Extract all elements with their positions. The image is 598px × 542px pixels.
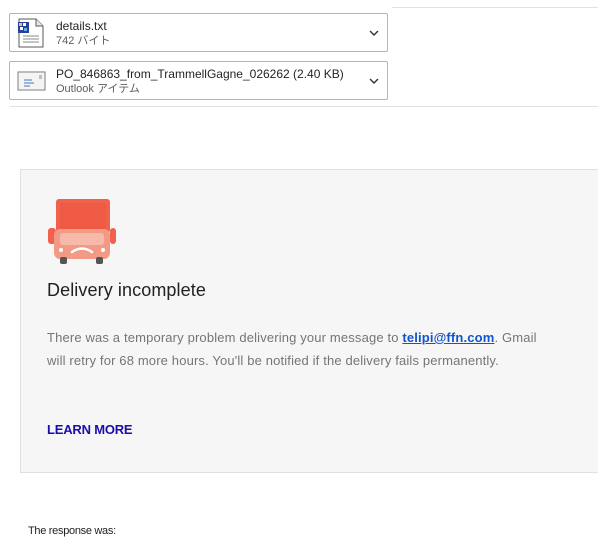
card-message: There was a temporary problem delivering…: [47, 327, 547, 372]
attachment-size: 742 バイト: [56, 35, 111, 47]
attachment-po-outlook-item[interactable]: PO_846863_from_TrammellGagne_026262 (2.4…: [9, 61, 388, 100]
recipient-email-link[interactable]: telipi@ffn.com: [402, 330, 494, 345]
envelope-icon: [15, 66, 47, 96]
attachment-name: PO_846863_from_TrammellGagne_026262 (2.4…: [56, 67, 344, 81]
delivery-truck-sad-icon: [46, 195, 116, 265]
learn-more-link[interactable]: LEARN MORE: [47, 422, 133, 437]
attachments-top-divider: [392, 7, 598, 8]
attachment-type: Outlook アイテム: [56, 83, 140, 95]
card-title: Delivery incomplete: [47, 280, 206, 300]
attachment-name: details.txt: [56, 19, 107, 33]
text-file-icon: [15, 18, 47, 48]
attachments-bottom-divider: [10, 106, 598, 107]
chevron-down-icon[interactable]: [367, 26, 381, 40]
attachments-area: details.txt 742 バイト PO_846863_from_Tramm…: [0, 0, 598, 107]
card-message-part-1: There was a temporary problem delivering…: [47, 330, 403, 345]
delivery-status-card: Delivery incomplete There was a temporar…: [20, 169, 598, 473]
attachment-details-txt[interactable]: details.txt 742 バイト: [9, 13, 388, 52]
response-label: The response was:: [28, 525, 116, 537]
chevron-down-icon[interactable]: [367, 74, 381, 88]
